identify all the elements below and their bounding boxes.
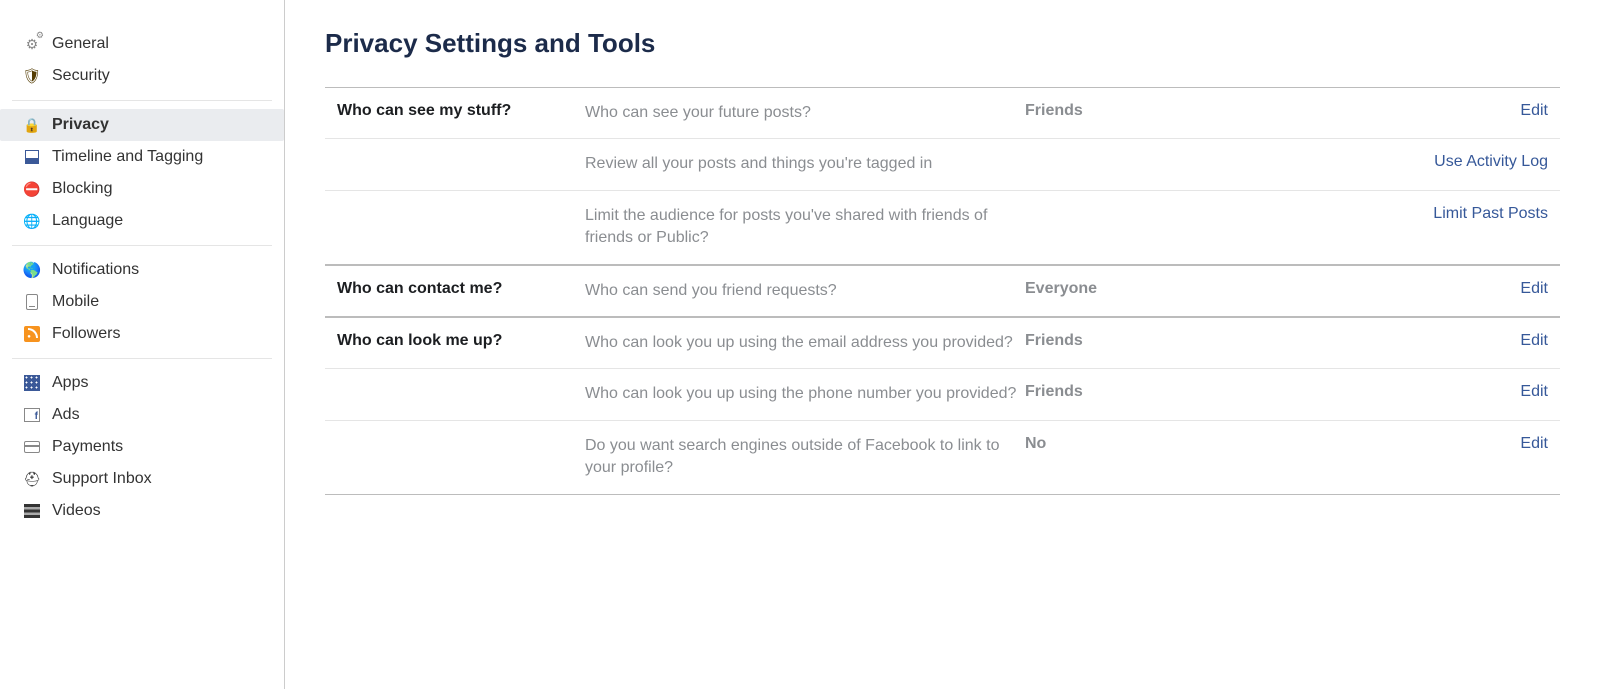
sidebar-item-label: Notifications — [52, 261, 139, 279]
rss-icon — [22, 324, 42, 344]
gear-icon — [22, 34, 42, 54]
sidebar-item-label: Support Inbox — [52, 470, 152, 488]
section-heading: Who can see my stuff? — [325, 102, 585, 124]
life-ring-icon — [22, 469, 42, 489]
sidebar-item-label: Timeline and Tagging — [52, 148, 203, 166]
settings-sidebar: General Security Privacy Timeline and Ta… — [0, 0, 285, 689]
page-title: Privacy Settings and Tools — [325, 28, 1560, 59]
block-icon — [22, 179, 42, 199]
edit-link[interactable]: Edit — [1520, 435, 1548, 452]
setting-question: Review all your posts and things you're … — [585, 153, 1025, 175]
section-look-me-up: Who can look me up? Who can look you up … — [325, 317, 1560, 495]
sidebar-item-label: Mobile — [52, 293, 99, 311]
limit-past-posts-link[interactable]: Limit Past Posts — [1433, 205, 1548, 222]
sidebar-item-followers[interactable]: Followers — [0, 318, 284, 350]
sidebar-item-security[interactable]: Security — [0, 60, 284, 92]
mobile-icon — [22, 292, 42, 312]
edit-link[interactable]: Edit — [1520, 280, 1548, 297]
setting-question: Who can look you up using the email addr… — [585, 332, 1025, 354]
section-heading: Who can look me up? — [325, 332, 585, 354]
sidebar-item-label: Security — [52, 67, 110, 85]
sidebar-item-payments[interactable]: Payments — [0, 431, 284, 463]
setting-value: Everyone — [1025, 280, 1225, 302]
sidebar-item-label: Blocking — [52, 180, 112, 198]
sidebar-item-label: Payments — [52, 438, 123, 456]
apps-icon — [22, 373, 42, 393]
section-heading: Who can contact me? — [325, 280, 585, 302]
sidebar-item-blocking[interactable]: Blocking — [0, 173, 284, 205]
video-icon — [22, 501, 42, 521]
sidebar-item-label: Apps — [52, 374, 88, 392]
sidebar-item-label: Language — [52, 212, 123, 230]
setting-value: Friends — [1025, 332, 1225, 354]
setting-value — [1025, 205, 1225, 250]
setting-question: Do you want search engines outside of Fa… — [585, 435, 1025, 480]
edit-link[interactable]: Edit — [1520, 332, 1548, 349]
card-icon — [22, 437, 42, 457]
ads-icon — [22, 405, 42, 425]
shield-icon — [22, 66, 42, 86]
setting-value: Friends — [1025, 102, 1225, 124]
sidebar-item-mobile[interactable]: Mobile — [0, 286, 284, 318]
sidebar-item-label: General — [52, 35, 109, 53]
sidebar-item-apps[interactable]: Apps — [0, 367, 284, 399]
sidebar-item-support[interactable]: Support Inbox — [0, 463, 284, 495]
sidebar-item-label: Privacy — [52, 116, 109, 134]
edit-link[interactable]: Edit — [1520, 102, 1548, 119]
setting-question: Who can look you up using the phone numb… — [585, 383, 1025, 405]
sidebar-item-label: Videos — [52, 502, 101, 520]
section-contact-me: Who can contact me? Who can send you fri… — [325, 265, 1560, 317]
section-see-my-stuff: Who can see my stuff? Who can see your f… — [325, 87, 1560, 265]
earth-icon — [22, 260, 42, 280]
sidebar-item-label: Ads — [52, 406, 80, 424]
sidebar-item-timeline[interactable]: Timeline and Tagging — [0, 141, 284, 173]
activity-log-link[interactable]: Use Activity Log — [1434, 153, 1548, 170]
sidebar-item-privacy[interactable]: Privacy — [0, 109, 284, 141]
sidebar-item-notifications[interactable]: Notifications — [0, 254, 284, 286]
setting-value — [1025, 153, 1225, 175]
setting-value: No — [1025, 435, 1225, 480]
sidebar-item-videos[interactable]: Videos — [0, 495, 284, 527]
edit-link[interactable]: Edit — [1520, 383, 1548, 400]
setting-question: Who can see your future posts? — [585, 102, 1025, 124]
setting-question: Who can send you friend requests? — [585, 280, 1025, 302]
main-content: Privacy Settings and Tools Who can see m… — [285, 0, 1600, 689]
sidebar-item-ads[interactable]: Ads — [0, 399, 284, 431]
sidebar-item-language[interactable]: Language — [0, 205, 284, 237]
lock-icon — [22, 115, 42, 135]
globe-icon — [22, 211, 42, 231]
timeline-icon — [22, 147, 42, 167]
setting-question: Limit the audience for posts you've shar… — [585, 205, 1025, 250]
sidebar-item-label: Followers — [52, 325, 120, 343]
setting-value: Friends — [1025, 383, 1225, 405]
sidebar-item-general[interactable]: General — [0, 28, 284, 60]
